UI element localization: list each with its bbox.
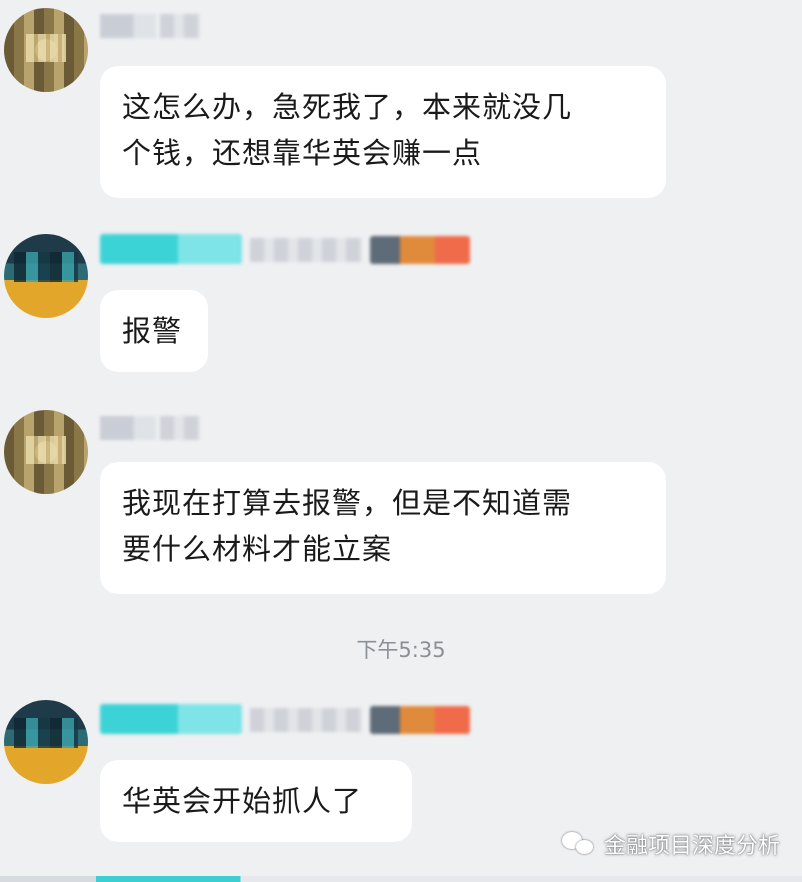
sender-title-blurred <box>160 14 200 38</box>
message-bubble[interactable]: 这怎么办，急死我了，本来就没几 个钱，还想靠华英会赚一点 <box>100 66 666 198</box>
sender-name-blurred <box>100 234 242 264</box>
watermark-text: 金融项目深度分析 <box>603 834 780 859</box>
watermark: 金融项目深度分析 <box>561 828 780 860</box>
message-text: 这怎么办，急死我了，本来就没几 <box>122 90 573 124</box>
message-text: 华英会开始抓人了 <box>122 784 363 818</box>
message-bubble[interactable]: 华英会开始抓人了 <box>100 760 412 842</box>
message-bubble[interactable]: 我现在打算去报警，但是不知道需 要什么材料才能立案 <box>100 462 666 594</box>
avatar[interactable] <box>4 234 88 318</box>
badge-icon <box>370 236 470 264</box>
avatar[interactable] <box>4 410 88 494</box>
badge-icon <box>370 706 470 734</box>
message-text: 我现在打算去报警，但是不知道需 <box>122 486 573 520</box>
next-message-peek <box>0 876 802 882</box>
chat-view: 这怎么办，急死我了，本来就没几 个钱，还想靠华英会赚一点 报警 我现在打算去报警… <box>0 0 802 882</box>
sender-name-blurred <box>100 416 156 440</box>
message-text: 要什么材料才能立案 <box>122 532 393 566</box>
sender-title-blurred <box>160 416 200 440</box>
timestamp: 下午5:35 <box>356 638 446 662</box>
message-bubble[interactable]: 报警 <box>100 290 208 372</box>
sender-name-blurred <box>100 704 242 734</box>
message-text: 个钱，还想靠华英会赚一点 <box>122 136 483 170</box>
avatar[interactable] <box>4 700 88 784</box>
sender-title-blurred <box>250 238 362 262</box>
avatar[interactable] <box>4 8 88 92</box>
wechat-icon <box>561 832 596 856</box>
sender-title-blurred <box>250 708 362 732</box>
sender-name-blurred <box>100 14 156 38</box>
message-text: 报警 <box>122 314 183 348</box>
